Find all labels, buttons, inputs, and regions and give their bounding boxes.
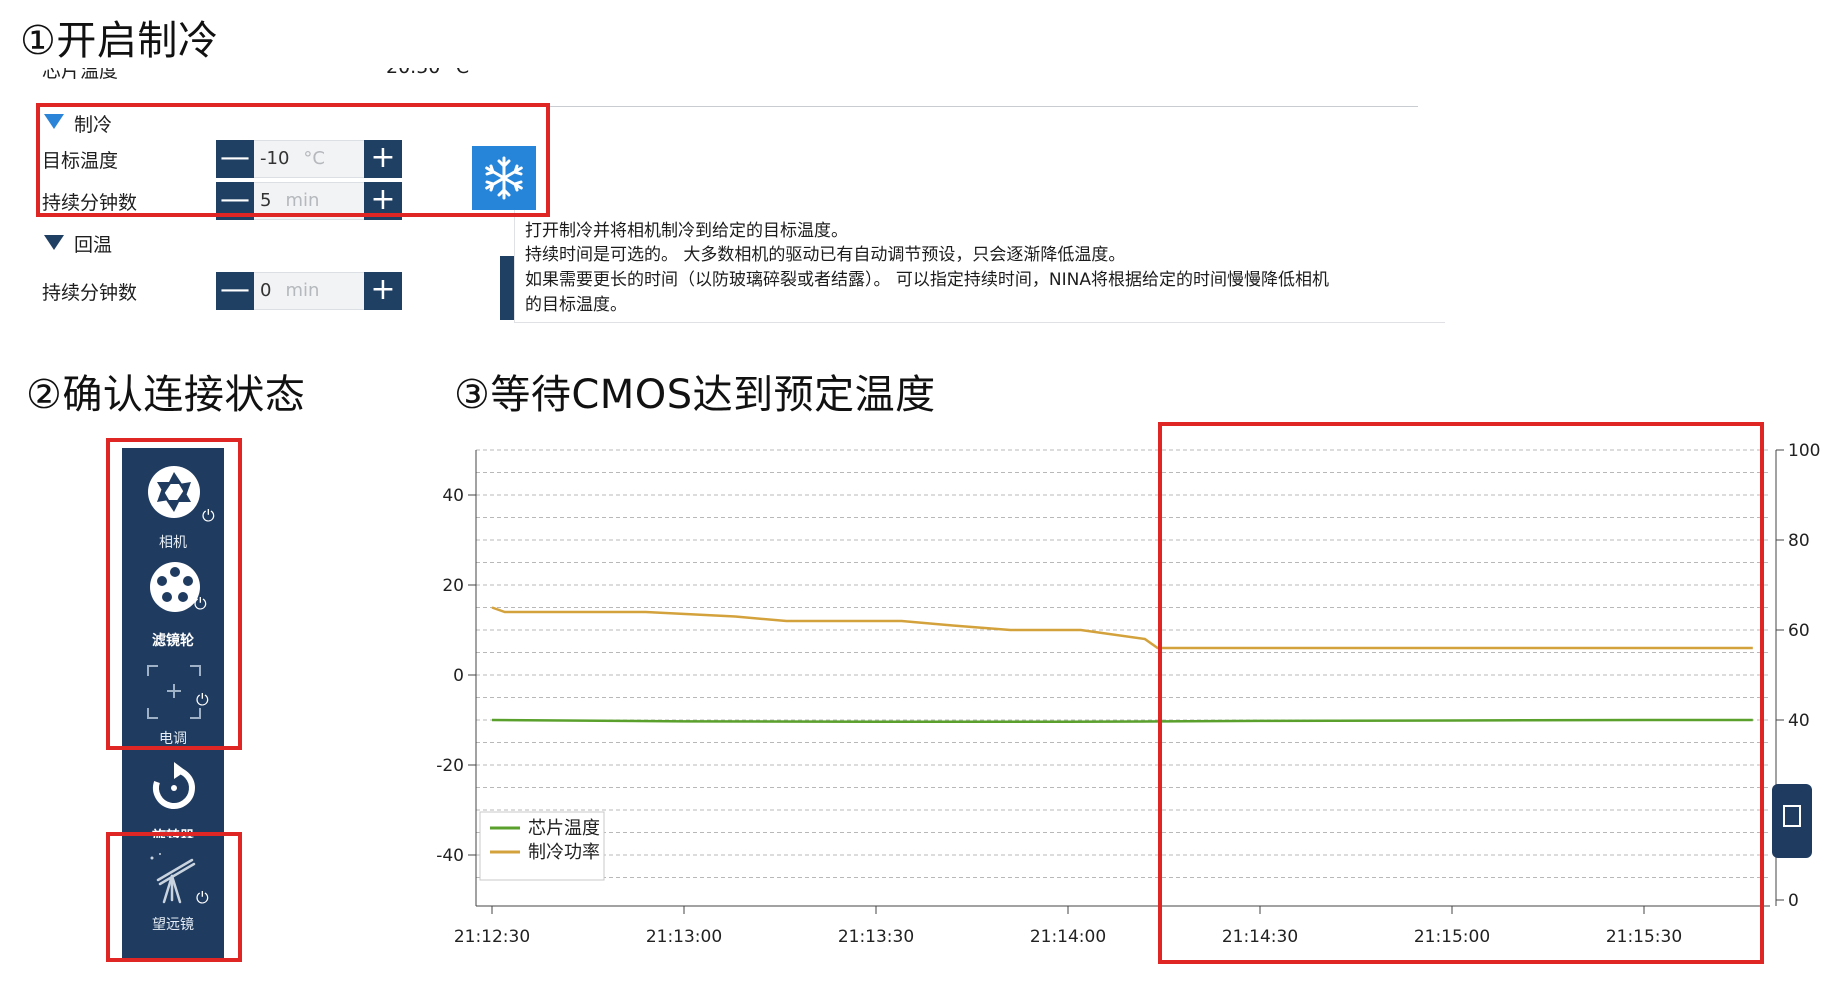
step1-heading: ①开启制冷 [20, 18, 219, 64]
tooltip-line-1: 打开制冷并将相机制冷到给定的目标温度。 [525, 221, 848, 241]
x-tick-label: 21:15:30 [1606, 927, 1682, 947]
tooltip-line-2: 持续时间是可选的。 大多数相机的驱动已有自动调节预设，只会逐渐降低温度。 [525, 245, 1126, 265]
sidebar-item-camera[interactable]: ⏻ 相机 [122, 460, 224, 560]
sidebar-item-focuser-label: 电调 [159, 731, 187, 747]
legend-label: 芯片温度 [528, 818, 600, 839]
duration-decrement-button[interactable]: — [216, 182, 254, 220]
cooling-section-divider [128, 106, 1418, 107]
chart-background [420, 436, 1832, 966]
y-left-tick-label: 20 [442, 576, 464, 596]
warm-duration-increment-button[interactable]: + [364, 272, 402, 310]
duration-unit: min [285, 190, 320, 211]
duration-label: 持续分钟数 [42, 192, 138, 214]
start-cooling-button[interactable] [472, 146, 536, 210]
warming-collapse-icon[interactable] [44, 235, 64, 250]
warm-duration-unit: min [285, 280, 320, 301]
warm-duration-value: 0 [260, 280, 272, 301]
side-panel-toggle [1772, 784, 1812, 858]
sidebar-item-filter-wheel[interactable]: ⏻ 滤镜轮 [122, 560, 224, 660]
temperature-chart: 40200-20-4010080604020021:12:3021:13:002… [420, 436, 1832, 966]
warm-button-edge[interactable] [500, 256, 514, 320]
warming-section-title[interactable]: 回温 [74, 230, 112, 257]
y-right-tick-label: 60 [1788, 621, 1810, 641]
duration-increment-button[interactable]: + [364, 182, 402, 220]
camera-aperture-icon [148, 466, 200, 518]
camera-power-icon: ⏻ [202, 506, 215, 525]
cooling-section-title[interactable]: 制冷 [74, 110, 112, 137]
cooling-panel: 芯片温度 20.50 °C 制冷 目标温度 — -10 °C + 持续分钟数 — … [28, 68, 1445, 340]
tooltip-line-3: 如果需要更长的时间（以防玻璃碎裂或者结露）。 可以指定持续时间，NINA将根据给… [525, 270, 1329, 290]
target-temp-decrement-button[interactable]: — [216, 140, 254, 178]
y-left-tick-label: -20 [436, 756, 464, 776]
focuser-power-icon: ⏻ [196, 690, 209, 709]
duration-field[interactable]: 5 min [254, 182, 364, 220]
y-left-tick-label: -40 [436, 846, 464, 866]
x-tick-label: 21:13:00 [646, 927, 722, 947]
snowflake-icon [485, 156, 523, 200]
step2-heading: ②确认连接状态 [26, 372, 306, 418]
tooltip-line-4: 的目标温度。 [525, 295, 627, 315]
filter-wheel-power-icon: ⏻ [194, 594, 207, 613]
y-left-tick-label: 0 [453, 666, 464, 686]
cooling-tooltip: 打开制冷并将相机制冷到给定的目标温度。 持续时间是可选的。 大多数相机的驱动已有… [514, 210, 1445, 323]
y-right-tick-label: 40 [1788, 711, 1810, 731]
target-temp-value: -10 [260, 148, 290, 169]
sidebar-item-telescope[interactable]: ⏻ 望远镜 [122, 848, 224, 948]
rotator-icon [152, 762, 195, 809]
warm-duration-decrement-button[interactable]: — [216, 272, 254, 310]
step3-heading: ③等待CMOS达到预定温度 [454, 372, 936, 418]
sidebar-item-focuser[interactable]: ⏻ 电调 [122, 662, 224, 762]
sidebar-item-filter-wheel-label: 滤镜轮 [152, 633, 194, 649]
warm-duration-label: 持续分钟数 [42, 282, 138, 304]
target-temp-field[interactable]: -10 °C [254, 140, 364, 178]
sidebar-item-camera-label: 相机 [159, 535, 187, 551]
x-tick-label: 21:14:00 [1030, 927, 1106, 947]
equipment-sidebar: ⏻ 相机 ⏻ 滤镜轮 ⏻ 电调 旋转器 ⏻ 望远镜 [122, 448, 224, 958]
target-temp-label: 目标温度 [42, 150, 119, 172]
legend-label: 制冷功率 [528, 842, 600, 863]
y-right-tick-label: 100 [1788, 441, 1820, 461]
x-tick-label: 21:13:30 [838, 927, 914, 947]
x-tick-label: 21:12:30 [454, 927, 530, 947]
telescope-icon [150, 853, 196, 904]
cooling-collapse-icon[interactable] [44, 114, 64, 129]
y-right-tick-label: 0 [1788, 891, 1799, 911]
y-left-tick-label: 40 [442, 486, 464, 506]
sidebar-item-telescope-label: 望远镜 [152, 917, 194, 933]
focuser-icon [147, 665, 201, 719]
x-tick-label: 21:15:00 [1414, 927, 1490, 947]
y-right-tick-label: 80 [1788, 531, 1810, 551]
target-temp-increment-button[interactable]: + [364, 140, 402, 178]
sidebar-item-rotator-label: 旋转器 [152, 829, 194, 845]
x-tick-label: 21:14:30 [1222, 927, 1298, 947]
sidebar-item-rotator[interactable]: 旋转器 [122, 760, 224, 860]
duration-value: 5 [260, 190, 272, 211]
chip-temp-value: 20.50 °C [386, 56, 470, 78]
temperature-chart-svg: 40200-20-4010080604020021:12:3021:13:002… [420, 436, 1832, 966]
warm-duration-field[interactable]: 0 min [254, 272, 364, 310]
telescope-power-icon: ⏻ [196, 888, 209, 907]
target-temp-unit: °C [303, 148, 325, 169]
